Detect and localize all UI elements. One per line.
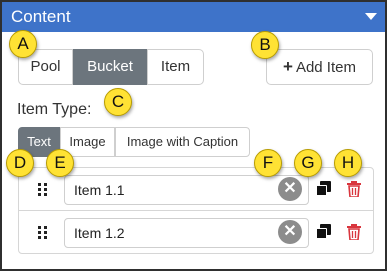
mode-bucket-button[interactable]: Bucket [73,49,147,85]
chevron-down-icon[interactable] [365,13,377,20]
list-item: Item 1.1 ✕ [19,168,373,211]
trash-icon[interactable] [347,181,361,198]
add-item-button[interactable]: + Add Item [266,49,373,85]
item-text-input[interactable]: Item 1.2 [64,218,309,248]
copy-icon[interactable] [316,224,332,240]
item-text-input[interactable]: Item 1.1 [64,175,309,205]
callout-f: F [254,149,282,177]
trash-icon[interactable] [347,224,361,241]
plus-icon: + [283,57,293,76]
callout-d: D [6,149,34,177]
drag-handle-icon[interactable] [38,226,48,239]
item-type-label: Item Type: [17,101,92,118]
panel-title: Content [11,7,71,26]
callout-h: H [334,149,362,177]
list-item: Item 1.2 ✕ [19,211,373,254]
callout-e: E [46,149,74,177]
content-panel: Content Pool Bucket Item + Add Item Item … [0,0,387,271]
drag-handle-icon[interactable] [38,183,48,196]
callout-g: G [294,149,322,177]
panel-header[interactable]: Content [2,2,385,32]
clear-circle-icon[interactable]: ✕ [278,220,302,244]
tab-image-with-caption[interactable]: Image with Caption [115,127,250,157]
copy-icon[interactable] [316,181,332,197]
mode-item-button[interactable]: Item [147,49,204,85]
callout-c: C [104,88,132,116]
add-item-label: Add Item [295,59,356,76]
callout-b: B [251,31,279,59]
callout-a: A [9,30,37,58]
clear-circle-icon[interactable]: ✕ [278,177,302,201]
item-list: Item 1.1 ✕ Item 1.2 ✕ [18,167,374,254]
